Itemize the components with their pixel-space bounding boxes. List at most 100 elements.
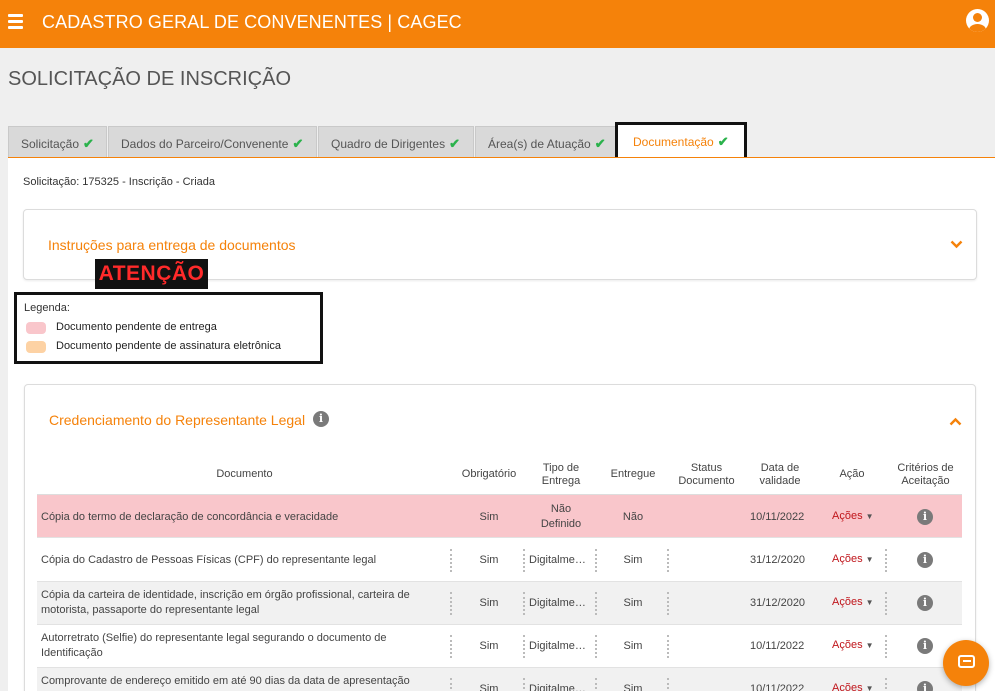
check-icon: ✔ — [717, 134, 729, 149]
cell-entregue: Sim — [623, 597, 643, 609]
tab-documentacao[interactable]: Documentação ✔ — [615, 122, 747, 160]
info-icon[interactable]: i — [917, 509, 933, 525]
cell-validade: 31/12/2020 — [750, 554, 806, 566]
acoes-label: Ações — [832, 682, 863, 691]
table-row: Cópia da carteira de identidade, inscriç… — [37, 582, 962, 625]
cell-entregue: Sim — [623, 640, 643, 652]
info-icon[interactable]: i — [917, 595, 933, 611]
tab-quadro-dirigentes[interactable]: Quadro de Dirigentes ✔ — [318, 126, 474, 158]
table-header: Documento Obrigatório Tipo de Entrega En… — [37, 458, 962, 494]
tab-label: Dados do Parceiro/Convenente — [121, 137, 289, 151]
cell-validade: 10/11/2022 — [750, 511, 805, 523]
header-criterios: Critérios de Aceitação — [887, 462, 964, 488]
column-separator — [523, 549, 525, 572]
column-separator — [450, 549, 452, 572]
table-row: Cópia do Cadastro de Pessoas Físicas (CP… — [37, 539, 962, 582]
legend-item-label: Documento pendente de assinatura eletrôn… — [56, 340, 282, 352]
pending-signature-swatch — [26, 341, 46, 353]
cell-documento: Cópia do termo de declaração de concordâ… — [41, 511, 339, 523]
tab-dados-parceiro[interactable]: Dados do Parceiro/Convenente ✔ — [108, 126, 317, 158]
cell-documento: Comprovante de endereço emitido em até 9… — [41, 675, 410, 687]
header-line: Entrega — [541, 475, 581, 487]
cell-obrigatorio: Sim — [479, 597, 499, 609]
header-status: Status Documento — [669, 462, 744, 488]
column-separator — [667, 549, 669, 572]
column-separator — [885, 592, 887, 615]
chevron-down-icon[interactable] — [950, 236, 963, 252]
check-icon: ✔ — [83, 136, 94, 151]
header-line: Tipo de — [542, 462, 580, 474]
header-validade: Data de validade — [744, 462, 816, 488]
caret-down-icon: ▼ — [865, 684, 874, 691]
header-documento: Documento — [216, 468, 273, 480]
acoes-dropdown[interactable]: Ações ▼ — [832, 510, 874, 522]
info-icon[interactable]: i — [917, 681, 933, 691]
solicitation-info: Solicitação: 175325 - Inscrição - Criada — [23, 176, 215, 188]
cell-documento: Cópia da carteira de identidade, inscriç… — [41, 589, 410, 616]
check-icon: ✔ — [449, 136, 460, 151]
header-tipo-entrega: Tipo de Entrega — [525, 462, 597, 488]
column-separator — [885, 635, 887, 658]
caret-down-icon: ▼ — [865, 598, 874, 607]
caret-down-icon: ▼ — [865, 641, 874, 650]
acoes-dropdown[interactable]: Ações ▼ — [832, 596, 874, 608]
tab-label: Quadro de Dirigentes — [331, 137, 446, 151]
tab-solicitacao[interactable]: Solicitação ✔ — [8, 126, 107, 158]
cell-validade: 31/12/2020 — [750, 597, 806, 609]
info-icon[interactable]: i — [917, 552, 933, 568]
header-line: Data de — [760, 462, 800, 474]
cell-tipo-entrega: Não Definido — [540, 503, 582, 530]
column-separator — [523, 592, 525, 615]
header-acao: Ação — [839, 468, 865, 480]
info-icon[interactable]: i — [312, 411, 329, 428]
column-separator — [450, 592, 452, 615]
hamburger-menu-icon[interactable] — [8, 14, 23, 29]
user-account-icon[interactable] — [966, 9, 989, 32]
attention-label: ATENÇÃO — [95, 259, 208, 289]
check-icon: ✔ — [594, 136, 606, 151]
cell-tipo-entrega: Digitalme… — [529, 683, 586, 691]
acoes-dropdown[interactable]: Ações ▼ — [832, 553, 874, 565]
cell-obrigatorio: Sim — [479, 554, 499, 566]
header-line: Critérios de — [897, 462, 954, 474]
column-separator — [523, 635, 525, 658]
tab-label: Solicitação — [21, 137, 80, 151]
caret-down-icon: ▼ — [865, 555, 874, 564]
info-icon[interactable]: i — [917, 638, 933, 654]
pending-delivery-swatch — [26, 322, 46, 334]
chevron-up-icon[interactable] — [949, 413, 962, 429]
tab-divider — [8, 157, 995, 158]
cell-entregue: Sim — [623, 683, 643, 691]
instructions-panel-title: Instruções para entrega de documentos — [48, 237, 296, 253]
header-line: Status — [690, 462, 723, 474]
acoes-dropdown[interactable]: Ações ▼ — [832, 682, 874, 691]
header-line: Documento — [678, 475, 735, 487]
cell-tipo-entrega: Digitalme… — [529, 554, 586, 566]
column-separator — [885, 549, 887, 572]
cell-entregue: Sim — [623, 554, 643, 566]
credenciamento-panel-title: Credenciamento do Representante Legal i — [49, 411, 329, 428]
app-header: CADASTRO GERAL DE CONVENENTES | CAGEC — [0, 0, 995, 48]
cell-validade: 10/11/2022 — [750, 683, 805, 691]
table-row: Comprovante de endereço emitido em até 9… — [37, 668, 962, 691]
page-title: SOLICITAÇÃO DE INSCRIÇÃO — [8, 68, 292, 90]
column-separator — [885, 678, 887, 691]
cell-documento: Cópia do Cadastro de Pessoas Físicas (CP… — [41, 554, 377, 566]
tab-areas-atuacao[interactable]: Área(s) de Atuação ✔ — [475, 126, 616, 158]
column-separator — [450, 635, 452, 658]
column-separator — [667, 635, 669, 658]
check-icon: ✔ — [292, 136, 304, 151]
header-line: Aceitação — [901, 475, 950, 487]
cell-validade: 10/11/2022 — [750, 640, 805, 652]
cell-tipo-entrega: Digitalme… — [529, 640, 586, 652]
credenciamento-title-text: Credenciamento do Representante Legal — [49, 412, 306, 428]
caret-down-icon: ▼ — [865, 512, 874, 521]
acoes-label: Ações — [832, 510, 863, 522]
table-row: Cópia do termo de declaração de concordâ… — [37, 495, 962, 538]
legend-item-label: Documento pendente de entrega — [56, 321, 217, 333]
chat-button[interactable] — [943, 640, 989, 686]
cell-obrigatorio: Sim — [479, 511, 499, 523]
legend-box: Legenda: Documento pendente de entrega D… — [14, 292, 323, 364]
app-title: CADASTRO GERAL DE CONVENENTES | CAGEC — [42, 12, 462, 32]
acoes-dropdown[interactable]: Ações ▼ — [832, 639, 874, 651]
